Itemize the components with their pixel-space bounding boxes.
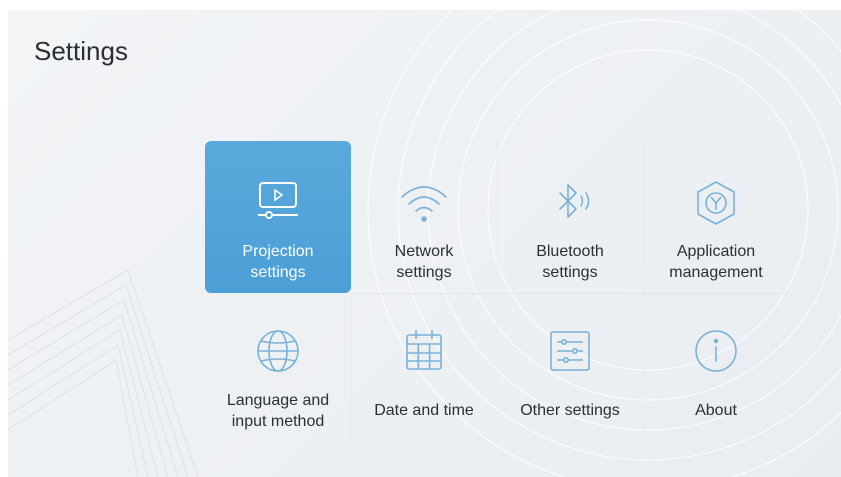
tile-label: Date and time [374, 402, 474, 419]
tile-date-time[interactable]: Date and time [351, 293, 497, 445]
bluetooth-icon [540, 179, 600, 229]
tile-about[interactable]: About [643, 293, 789, 445]
projection-icon [248, 179, 308, 229]
app-hexagon-icon [686, 179, 746, 229]
tile-label: About [695, 402, 737, 419]
tile-projection-settings[interactable]: Projection settings [205, 141, 351, 293]
tile-label: Bluetooth settings [536, 243, 604, 281]
calendar-icon [394, 327, 454, 377]
info-icon [686, 327, 746, 377]
tile-bluetooth-settings[interactable]: Bluetooth settings [497, 141, 643, 293]
tile-label: Other settings [520, 402, 620, 419]
tile-label: Application management [669, 243, 763, 281]
wifi-icon [394, 179, 454, 229]
tile-network-settings[interactable]: Network settings [351, 141, 497, 293]
sliders-icon [540, 327, 600, 377]
tile-label: Projection settings [242, 243, 314, 281]
globe-icon [248, 327, 308, 377]
tile-label: Language and input method [226, 392, 330, 430]
settings-grid: Projection settings Network settings Blu… [205, 141, 789, 445]
tile-language-input[interactable]: Language and input method [205, 293, 351, 445]
tile-label: Network settings [394, 243, 454, 281]
settings-screen: Settings Projection settings Network set… [8, 10, 841, 477]
page-title: Settings [34, 36, 128, 66]
tile-other-settings[interactable]: Other settings [497, 293, 643, 445]
tile-application-management[interactable]: Application management [643, 141, 789, 293]
